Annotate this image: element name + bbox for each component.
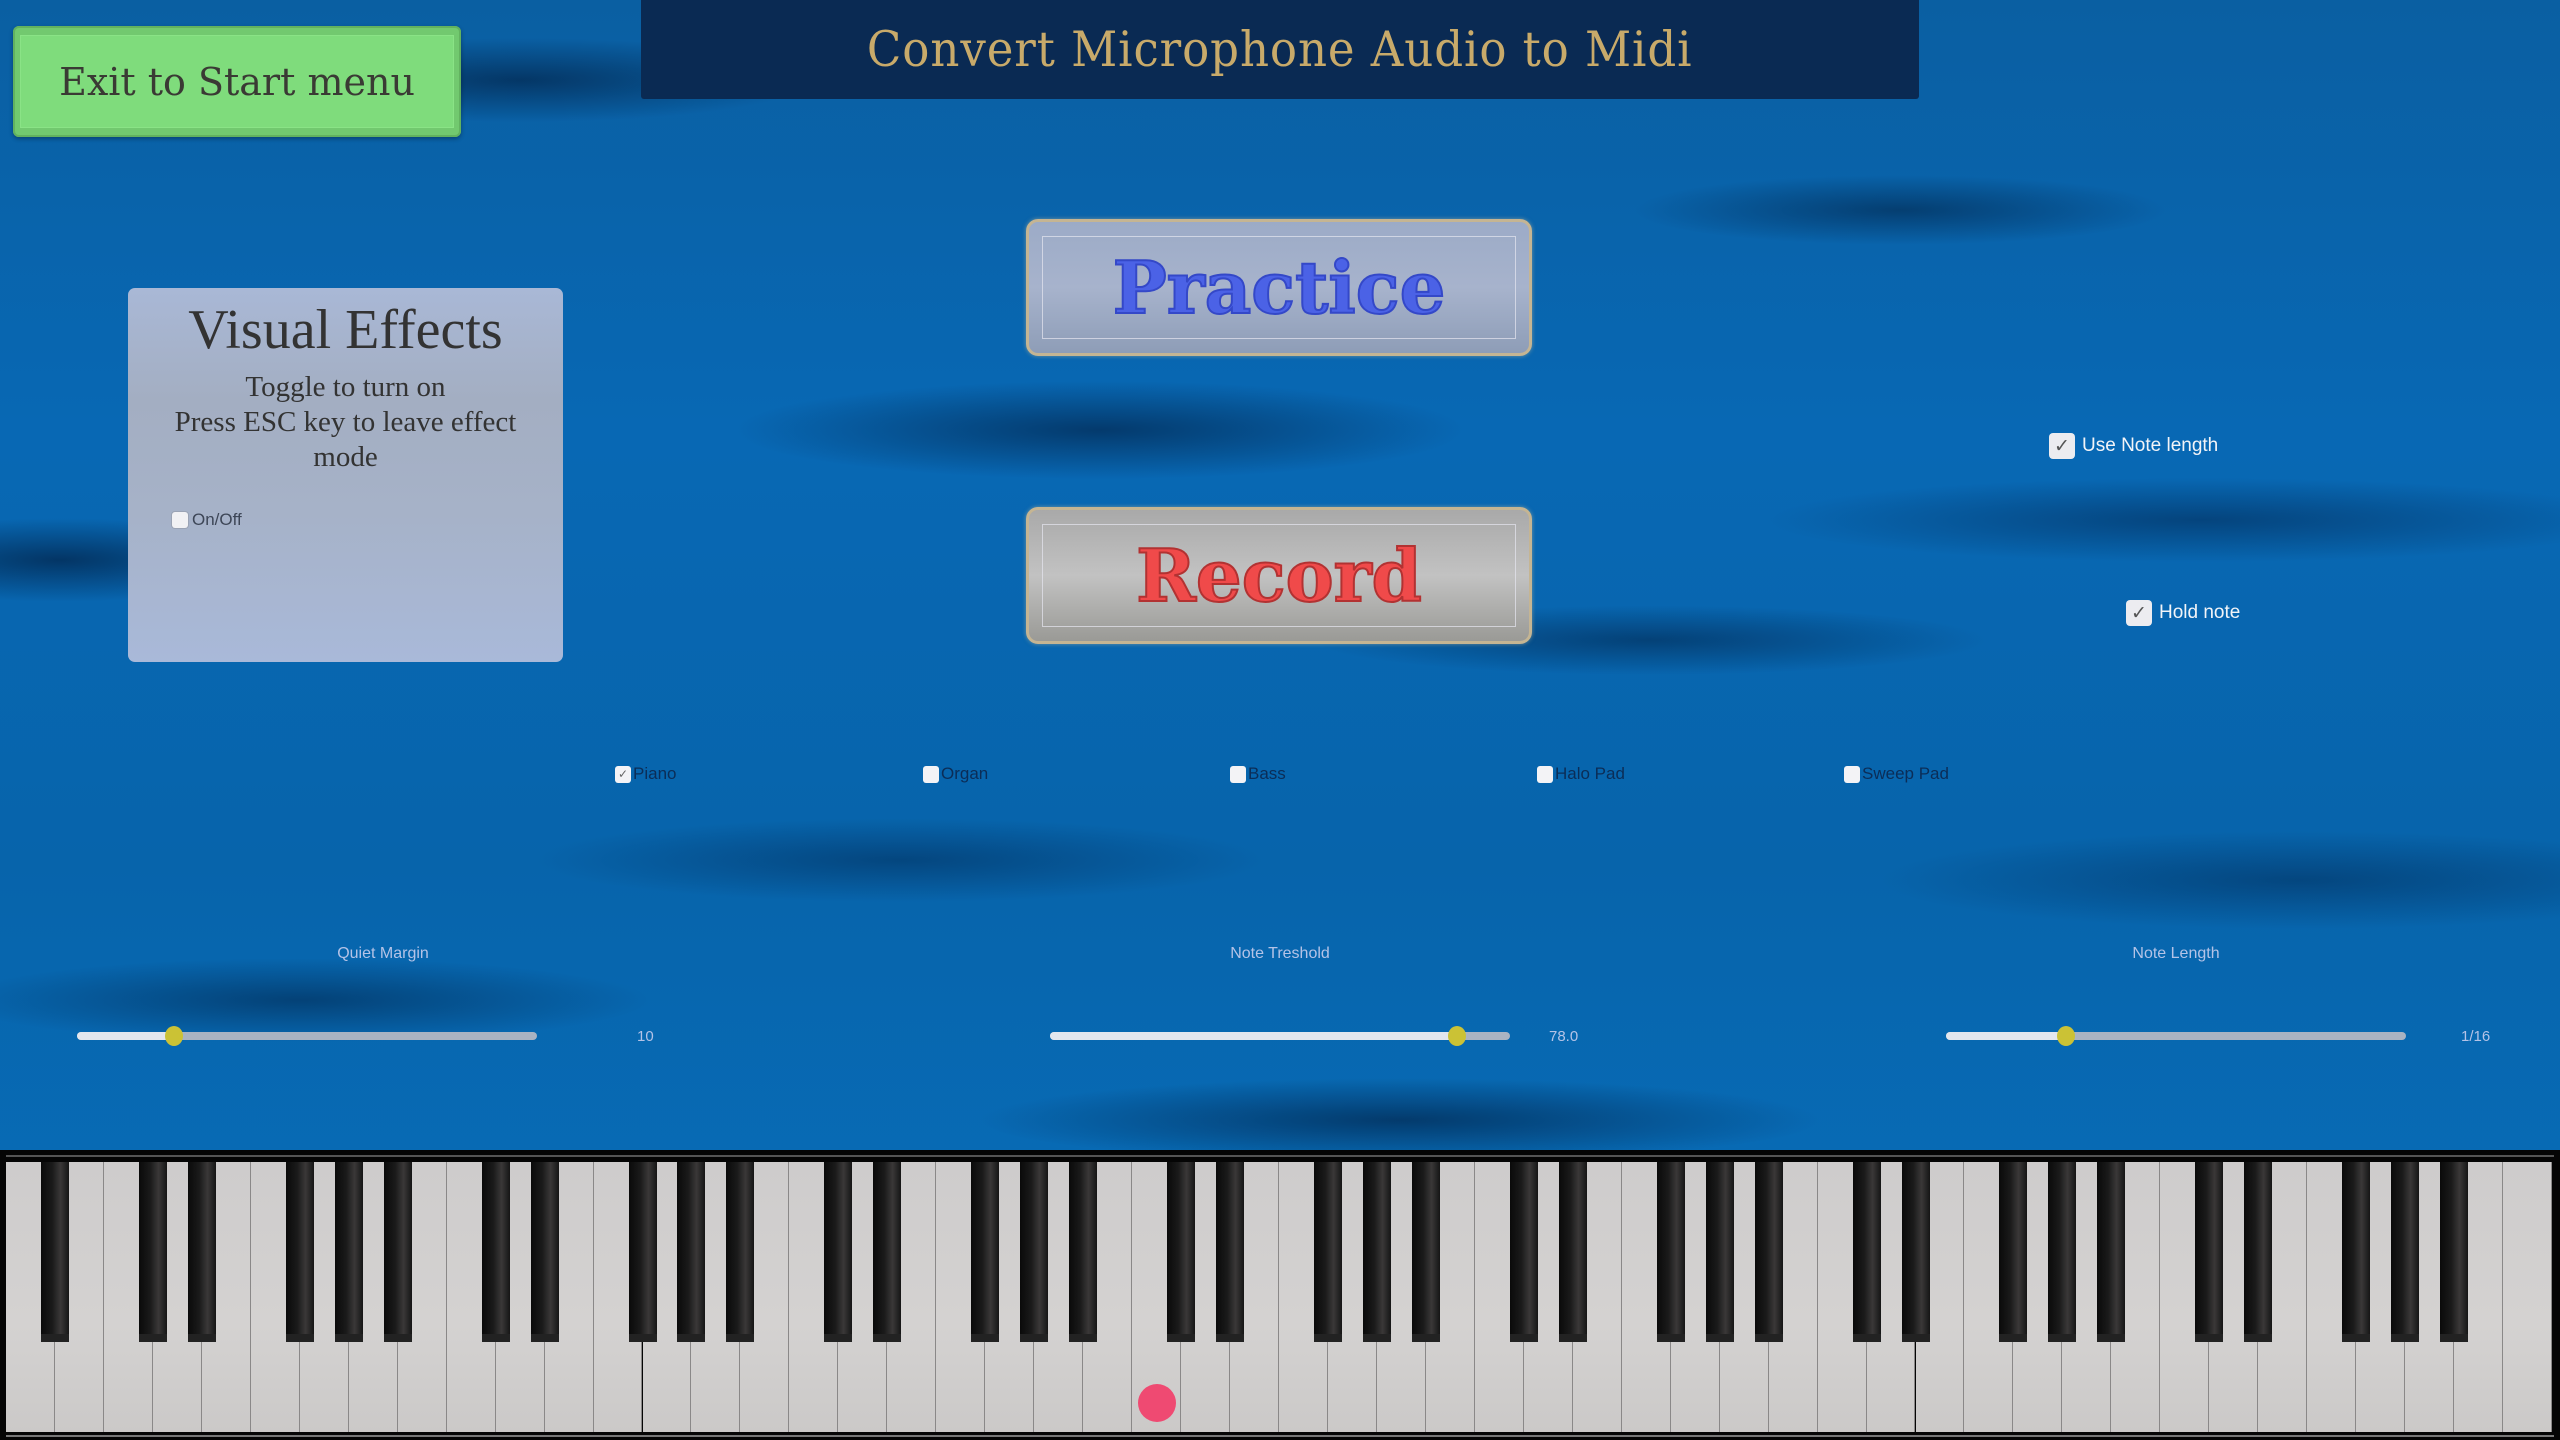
instrument-label: Organ [941, 764, 989, 783]
piano-key-g-sharp7[interactable] [2391, 1162, 2420, 1342]
piano-key-g-sharp2[interactable] [677, 1162, 706, 1342]
piano-key-a-sharp3[interactable] [1069, 1162, 1098, 1342]
slider-fill [1050, 1032, 1458, 1040]
piano-key-f-sharp7[interactable] [2342, 1162, 2371, 1342]
note-length-label: Note Length [2132, 945, 2220, 962]
piano-key-d-sharp2[interactable] [530, 1162, 559, 1342]
piano-key-f-sharp5[interactable] [1656, 1162, 1685, 1342]
check-mark-icon[interactable]: ✓ [615, 765, 631, 783]
note-length-value: 1/16 [2461, 1028, 2491, 1045]
checkbox-empty-icon[interactable] [1537, 765, 1553, 783]
hold-note-checkbox[interactable]: ✓ Hold note [2126, 600, 2240, 626]
description-line: Press ESC key to leave effect [174, 406, 517, 438]
piano-key-g-sharp4[interactable] [1362, 1162, 1391, 1342]
slider-thumb[interactable] [1448, 1026, 1467, 1046]
instrument-toggle-sweep-pad[interactable]: Sweep Pad [1844, 764, 1949, 784]
keyboard-top-rail [6, 1155, 2554, 1157]
record-label: Record [1135, 532, 1423, 619]
piano-key-a-sharp0[interactable] [40, 1162, 69, 1342]
instrument-label: Halo Pad [1555, 764, 1625, 783]
hold-note-label: Hold note [2159, 602, 2241, 623]
use-note-length-checkbox[interactable]: ✓ Use Note length [2049, 433, 2218, 459]
description-line: mode [313, 441, 378, 473]
piano-key-g-sharp1[interactable] [334, 1162, 363, 1342]
piano-key-a-sharp6[interactable] [2097, 1162, 2126, 1342]
checkbox-empty-icon[interactable] [1844, 765, 1860, 783]
quiet-margin-value: 10 [637, 1028, 654, 1045]
piano-keyboard [0, 1150, 2560, 1440]
piano-key-c-sharp1[interactable] [138, 1162, 167, 1342]
quiet-margin-slider[interactable] [77, 1026, 537, 1046]
exit-button-label: Exit to Start menu [59, 59, 415, 104]
visual-effects-toggle[interactable]: On/Off [172, 510, 242, 530]
piano-keys [6, 1162, 2552, 1432]
piano-key-c-sharp6[interactable] [1852, 1162, 1881, 1342]
piano-key-c-sharp7[interactable] [2195, 1162, 2224, 1342]
checkbox-empty-icon[interactable] [1230, 765, 1246, 783]
piano-key-d-sharp1[interactable] [187, 1162, 216, 1342]
visual-effects-description: Toggle to turn on Press ESC key to leave… [128, 370, 563, 475]
instrument-label: Sweep Pad [1862, 764, 1949, 783]
piano-key-f-sharp2[interactable] [628, 1162, 657, 1342]
piano-key-g-sharp5[interactable] [1705, 1162, 1734, 1342]
piano-key-f-sharp6[interactable] [1999, 1162, 2028, 1342]
instrument-label: Piano [633, 764, 677, 783]
instrument-toggle-piano[interactable]: ✓ Piano [615, 764, 676, 784]
piano-key-c-sharp5[interactable] [1509, 1162, 1538, 1342]
use-note-length-label: Use Note length [2082, 435, 2219, 456]
quiet-margin-label: Quiet Margin [337, 945, 429, 962]
piano-key-a-sharp7[interactable] [2440, 1162, 2469, 1342]
piano-key-d-sharp4[interactable] [1216, 1162, 1245, 1342]
piano-key-c-sharp2[interactable] [481, 1162, 510, 1342]
practice-label: Practice [1112, 244, 1447, 331]
piano-key-a-sharp2[interactable] [726, 1162, 755, 1342]
note-length-slider[interactable] [1946, 1026, 2406, 1046]
piano-key-f-sharp3[interactable] [971, 1162, 1000, 1342]
piano-key-a-sharp1[interactable] [383, 1162, 412, 1342]
instrument-label: Bass [1248, 764, 1286, 783]
check-mark-icon[interactable]: ✓ [2126, 600, 2152, 626]
piano-key-a-sharp4[interactable] [1411, 1162, 1440, 1342]
piano-key-g-sharp6[interactable] [2048, 1162, 2077, 1342]
active-note-marker [1137, 1384, 1176, 1422]
note-threshold-slider[interactable] [1050, 1026, 1510, 1046]
exit-to-start-menu-button[interactable]: Exit to Start menu [13, 26, 461, 137]
visual-effects-title: Visual Effects [188, 299, 503, 361]
slider-fill [1946, 1032, 2066, 1040]
instrument-toggle-halo-pad[interactable]: Halo Pad [1537, 764, 1625, 784]
piano-key-c-sharp4[interactable] [1167, 1162, 1196, 1342]
keyboard-bottom-rail [6, 1435, 2554, 1437]
description-line: Toggle to turn on [245, 371, 446, 403]
piano-key-c-sharp3[interactable] [824, 1162, 853, 1342]
note-threshold-label: Note Treshold [1230, 945, 1330, 962]
slider-fill [77, 1032, 174, 1040]
piano-key-c8[interactable] [2503, 1162, 2552, 1432]
toggle-label: On/Off [192, 510, 242, 529]
piano-key-a-sharp5[interactable] [1754, 1162, 1783, 1342]
piano-key-d-sharp3[interactable] [873, 1162, 902, 1342]
title-bar: Convert Microphone Audio to Midi [641, 0, 1919, 99]
piano-key-f-sharp4[interactable] [1313, 1162, 1342, 1342]
piano-key-d-sharp6[interactable] [1901, 1162, 1930, 1342]
piano-key-f-sharp1[interactable] [285, 1162, 314, 1342]
slider-thumb[interactable] [2056, 1026, 2075, 1046]
instrument-toggle-organ[interactable]: Organ [923, 764, 988, 784]
slider-thumb[interactable] [164, 1026, 183, 1046]
practice-button[interactable]: Practice [1026, 219, 1532, 356]
piano-key-d-sharp5[interactable] [1558, 1162, 1587, 1342]
record-button[interactable]: Record [1026, 507, 1532, 644]
piano-key-g-sharp3[interactable] [1020, 1162, 1049, 1342]
page-title: Convert Microphone Audio to Midi [867, 21, 1693, 78]
checkbox-empty-icon[interactable] [172, 512, 188, 528]
checkbox-empty-icon[interactable] [923, 765, 939, 783]
instrument-toggle-bass[interactable]: Bass [1230, 764, 1286, 784]
check-mark-icon[interactable]: ✓ [2049, 433, 2075, 459]
visual-effects-panel: Visual Effects Toggle to turn on Press E… [128, 288, 563, 662]
piano-key-d-sharp7[interactable] [2244, 1162, 2273, 1342]
note-threshold-value: 78.0 [1549, 1028, 1579, 1045]
